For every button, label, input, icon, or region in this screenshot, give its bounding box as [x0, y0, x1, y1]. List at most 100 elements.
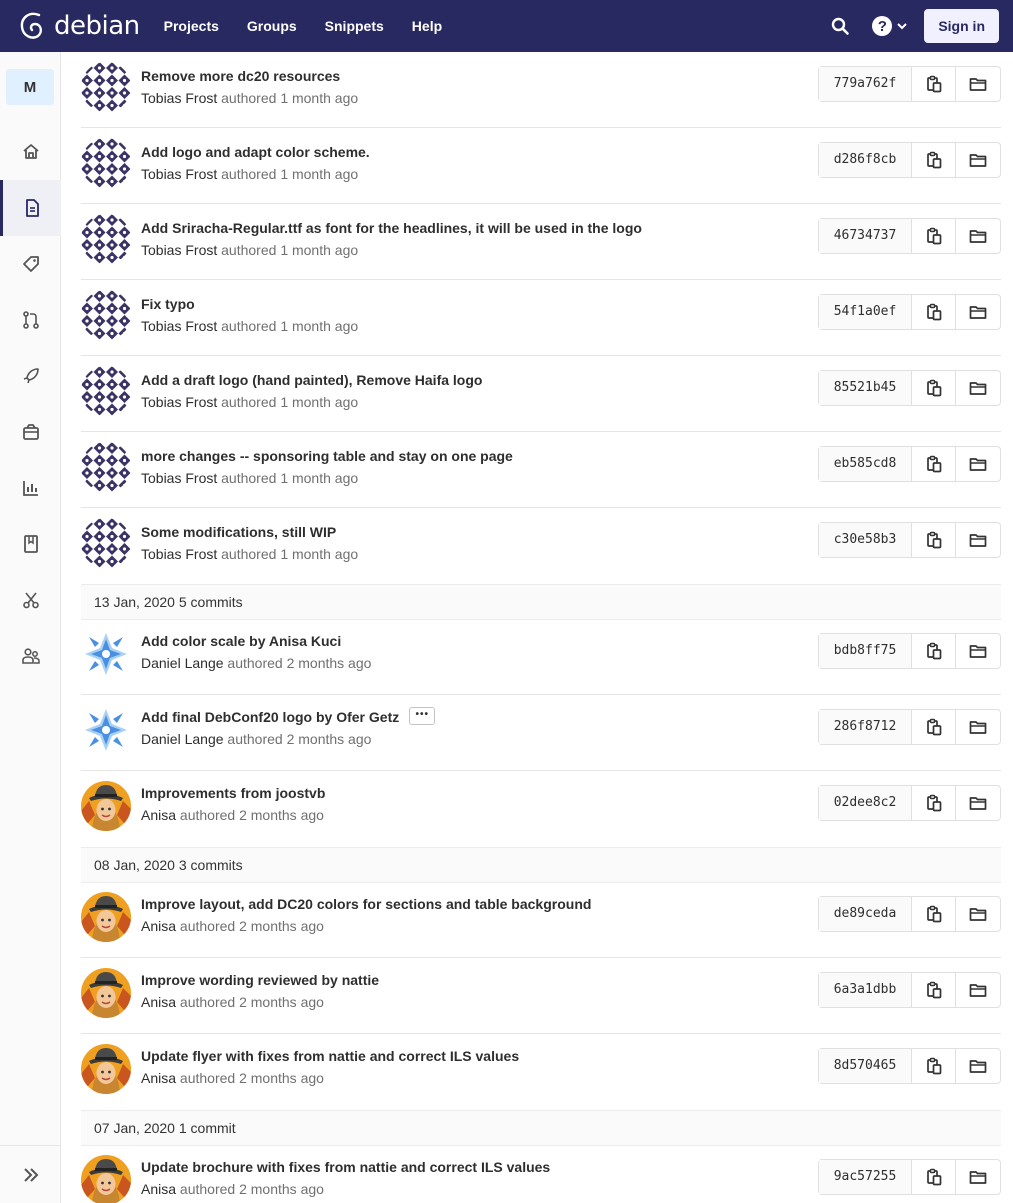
author-avatar[interactable]: [81, 366, 131, 416]
copy-sha-button[interactable]: [912, 786, 956, 820]
copy-sha-button[interactable]: [912, 447, 956, 481]
browse-files-button[interactable]: [956, 447, 1000, 481]
nav-projects[interactable]: Projects: [164, 14, 219, 38]
commit-author[interactable]: Anisa: [141, 1070, 176, 1086]
commit-title[interactable]: more changes -- sponsoring table and sta…: [141, 448, 513, 464]
commit-title[interactable]: Fix typo: [141, 296, 195, 312]
browse-files-button[interactable]: [956, 219, 1000, 253]
brand-logo[interactable]: debian: [18, 0, 140, 52]
commit-sha[interactable]: 779a762f: [819, 67, 912, 101]
sidebar-item-wiki[interactable]: [0, 516, 61, 572]
sidebar-item-repository[interactable]: [0, 180, 61, 236]
nav-snippets[interactable]: Snippets: [325, 14, 384, 38]
commit-title[interactable]: Remove more dc20 resources: [141, 68, 340, 84]
commit-sha[interactable]: 46734737: [819, 219, 912, 253]
author-avatar[interactable]: [81, 518, 131, 568]
commit-sha[interactable]: 9ac57255: [819, 1160, 912, 1194]
sidebar-item-packages[interactable]: [0, 404, 61, 460]
commit-title[interactable]: Add final DebConf20 logo by Ofer Getz •••: [141, 707, 436, 727]
commit-sha[interactable]: d286f8cb: [819, 143, 912, 177]
author-avatar[interactable]: [81, 290, 131, 340]
author-avatar[interactable]: [81, 892, 131, 942]
copy-sha-button[interactable]: [912, 973, 956, 1007]
nav-help[interactable]: Help: [412, 14, 442, 38]
commit-title[interactable]: Add a draft logo (hand painted), Remove …: [141, 372, 482, 388]
commit-author[interactable]: Daniel Lange: [141, 655, 224, 671]
copy-sha-button[interactable]: [912, 1049, 956, 1083]
sidebar-item-snippets[interactable]: [0, 572, 61, 628]
commit-sha[interactable]: de89ceda: [819, 897, 912, 931]
commit-title[interactable]: Some modifications, still WIP: [141, 524, 336, 540]
commit-author[interactable]: Anisa: [141, 994, 176, 1010]
author-avatar[interactable]: [81, 62, 131, 112]
browse-files-button[interactable]: [956, 634, 1000, 668]
browse-files-button[interactable]: [956, 67, 1000, 101]
sidebar-item-merge-requests[interactable]: [0, 292, 61, 348]
copy-sha-button[interactable]: [912, 67, 956, 101]
help-dropdown[interactable]: ?: [872, 16, 908, 36]
commit-author[interactable]: Tobias Frost: [141, 546, 217, 562]
author-avatar[interactable]: [81, 138, 131, 188]
author-avatar[interactable]: [81, 629, 131, 679]
browse-files-button[interactable]: [956, 897, 1000, 931]
author-avatar[interactable]: [81, 442, 131, 492]
commit-author[interactable]: Tobias Frost: [141, 318, 217, 334]
commit-title[interactable]: Add color scale by Anisa Kuci: [141, 633, 341, 649]
commit-author[interactable]: Tobias Frost: [141, 90, 217, 106]
commit-sha[interactable]: 85521b45: [819, 371, 912, 405]
browse-files-button[interactable]: [956, 786, 1000, 820]
toggle-description-button[interactable]: •••: [409, 707, 436, 726]
browse-files-button[interactable]: [956, 710, 1000, 744]
browse-files-button[interactable]: [956, 371, 1000, 405]
copy-sha-button[interactable]: [912, 371, 956, 405]
author-avatar[interactable]: [81, 968, 131, 1018]
commit-title[interactable]: Improve layout, add DC20 colors for sect…: [141, 896, 591, 912]
author-avatar[interactable]: [81, 214, 131, 264]
copy-sha-button[interactable]: [912, 634, 956, 668]
collapse-sidebar-button[interactable]: [0, 1145, 61, 1203]
copy-sha-button[interactable]: [912, 219, 956, 253]
sidebar-item-labels[interactable]: [0, 236, 61, 292]
copy-sha-button[interactable]: [912, 523, 956, 557]
browse-files-button[interactable]: [956, 1049, 1000, 1083]
commit-sha[interactable]: c30e58b3: [819, 523, 912, 557]
commit-title[interactable]: Update brochure with fixes from nattie a…: [141, 1159, 550, 1175]
commit-author[interactable]: Anisa: [141, 807, 176, 823]
commit-title[interactable]: Improve wording reviewed by nattie: [141, 972, 379, 988]
sidebar-item-ci-cd[interactable]: [0, 348, 61, 404]
browse-files-button[interactable]: [956, 973, 1000, 1007]
copy-sha-button[interactable]: [912, 143, 956, 177]
commit-author[interactable]: Tobias Frost: [141, 394, 217, 410]
commit-title[interactable]: Add Sriracha-Regular.ttf as font for the…: [141, 220, 642, 236]
author-avatar[interactable]: [81, 1044, 131, 1094]
commit-sha[interactable]: 54f1a0ef: [819, 295, 912, 329]
sidebar-item-project[interactable]: [0, 124, 61, 180]
commit-author[interactable]: Anisa: [141, 918, 176, 934]
copy-sha-button[interactable]: [912, 295, 956, 329]
sign-in-button[interactable]: Sign in: [924, 9, 999, 43]
commit-sha[interactable]: eb585cd8: [819, 447, 912, 481]
browse-files-button[interactable]: [956, 523, 1000, 557]
search-icon[interactable]: [830, 16, 850, 36]
copy-sha-button[interactable]: [912, 1160, 956, 1194]
commit-author[interactable]: Anisa: [141, 1181, 176, 1197]
commit-author[interactable]: Tobias Frost: [141, 242, 217, 258]
commit-sha[interactable]: 286f8712: [819, 710, 912, 744]
commit-sha[interactable]: 8d570465: [819, 1049, 912, 1083]
commit-title[interactable]: Update flyer with fixes from nattie and …: [141, 1048, 519, 1064]
browse-files-button[interactable]: [956, 143, 1000, 177]
author-avatar[interactable]: [81, 705, 131, 755]
copy-sha-button[interactable]: [912, 710, 956, 744]
commit-author[interactable]: Tobias Frost: [141, 166, 217, 182]
project-avatar[interactable]: M: [6, 69, 54, 105]
author-avatar[interactable]: [81, 781, 131, 831]
commit-sha[interactable]: 02dee8c2: [819, 786, 912, 820]
commit-title[interactable]: Add logo and adapt color scheme.: [141, 144, 370, 160]
copy-sha-button[interactable]: [912, 897, 956, 931]
sidebar-item-analytics[interactable]: [0, 460, 61, 516]
commit-author[interactable]: Daniel Lange: [141, 731, 224, 747]
browse-files-button[interactable]: [956, 295, 1000, 329]
author-avatar[interactable]: [81, 1155, 131, 1203]
sidebar-item-members[interactable]: [0, 628, 61, 684]
commit-title[interactable]: Improvements from joostvb: [141, 785, 325, 801]
